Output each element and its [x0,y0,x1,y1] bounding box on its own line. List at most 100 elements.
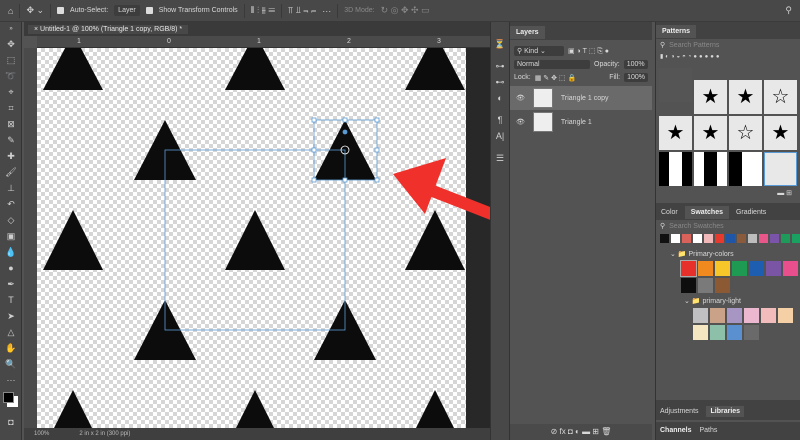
tab-paths[interactable]: Paths [699,427,717,434]
healing-tool[interactable]: ✚ [0,148,22,164]
color-swatches[interactable] [0,388,21,414]
pen-tool[interactable]: ✒ [0,276,22,292]
swatch[interactable] [744,325,759,340]
zoom-tool[interactable]: 🔍 [0,356,22,372]
adjustments-icon[interactable]: ☰ [491,150,509,166]
dodge-tool[interactable]: ● [0,260,22,276]
swatch[interactable] [792,234,800,243]
tab-swatches[interactable]: Swatches [684,206,729,219]
swatch[interactable] [748,234,757,243]
pattern-swatch[interactable]: ☆ [729,116,762,150]
opacity-input[interactable]: 100% [623,60,648,69]
pattern-swatch[interactable]: ★ [764,116,797,150]
swatch[interactable] [744,308,759,323]
pattern-swatch[interactable]: ★ [729,80,762,114]
swatch[interactable] [671,234,680,243]
swatch[interactable] [715,278,730,293]
tab-color[interactable]: Color [656,206,683,219]
fill-input[interactable]: 100% [624,73,648,82]
pattern-actions[interactable]: ▬ ⊞ [656,189,800,201]
swatch[interactable] [759,234,768,243]
swatch[interactable] [698,278,713,293]
eye-icon[interactable]: 👁 [516,118,525,126]
lock-icons[interactable]: ▦ ✎ ✥ ⬚ 🔒 [535,74,576,82]
type-tool[interactable]: T [0,292,22,308]
auto-select-checkbox[interactable] [57,7,65,14]
document-tab[interactable]: × Untitled-1 @ 100% (Triangle 1 copy, RG… [28,25,189,34]
history-brush-tool[interactable]: ↶ [0,196,22,212]
more-icon[interactable]: ··· [322,6,331,16]
move-tool[interactable]: ✥ [0,36,22,52]
swatch[interactable] [727,325,742,340]
layer-row[interactable]: 👁 Triangle 1 [510,110,652,134]
swatch[interactable] [715,261,730,276]
layer-actions[interactable]: ⊘ fx ◘ ◐ ▬ ⊞ 🗑 [510,424,652,440]
pattern-swatch[interactable] [659,68,692,102]
swatch[interactable] [781,234,790,243]
stamp-tool[interactable]: ⊥ [0,180,22,196]
filter-icons[interactable]: ▣ ◑ T ⬚ ⎘ ● [568,47,609,56]
layer-row[interactable]: 👁 Triangle 1 copy [510,86,652,110]
show-transform-checkbox[interactable] [145,7,153,14]
auto-select-dropdown[interactable]: Layer [114,5,140,16]
filter-kind-dropdown[interactable]: ⚲ Kind ⌄ [514,46,564,56]
select-tool[interactable]: ⌖ [0,84,22,100]
swatch[interactable] [680,260,697,277]
brush-settings-icon[interactable]: ⊶ [491,58,509,74]
swatch[interactable] [681,278,696,293]
lasso-tool[interactable]: ➰ [0,68,22,84]
home-icon[interactable]: ⌂ [8,6,13,16]
search-icon[interactable]: ⚲ [785,5,792,16]
brush-tool[interactable]: 🖌 [0,164,22,180]
swatch[interactable] [732,261,747,276]
swatch[interactable] [682,234,691,243]
align-icons[interactable]: ⫴ ⫶ ⫵ ☰ [251,5,275,16]
blur-tool[interactable]: 💧 [0,244,22,260]
more-tools[interactable]: ··· [0,372,22,388]
zoom-level[interactable]: 100% [34,431,49,437]
character-icon[interactable]: A| [491,128,509,144]
swatch[interactable] [749,261,764,276]
pattern-swatch[interactable] [764,152,797,186]
tab-channels[interactable]: Channels [660,427,692,434]
swatch[interactable] [727,308,742,323]
tab-gradients[interactable]: Gradients [731,206,771,219]
move-tool-icon[interactable]: ✥ ⌄ [26,5,44,16]
swatch[interactable] [704,234,713,243]
swatch[interactable] [778,308,793,323]
marquee-tool[interactable]: ⬚ [0,52,22,68]
collapse-icon[interactable]: » [0,22,22,36]
tab-adjustments[interactable]: Adjustments [660,408,699,415]
swatch[interactable] [766,261,781,276]
hand-tool[interactable]: ✋ [0,340,22,356]
path-select-tool[interactable]: ➤ [0,308,22,324]
quick-mask-icon[interactable]: ◘ [0,414,22,430]
gradient-tool[interactable]: ▣ [0,228,22,244]
pattern-swatch[interactable] [659,152,692,186]
swatch[interactable] [783,261,798,276]
swatch[interactable] [737,234,746,243]
tab-libraries[interactable]: Libraries [706,406,745,417]
eye-icon[interactable]: 👁 [516,94,525,102]
blend-mode-dropdown[interactable]: Normal [514,60,590,69]
swatch-group[interactable]: ⌄ 📁 Primary-colors [656,246,800,258]
pattern-swatch[interactable]: ☆ [764,80,797,114]
canvas-workspace[interactable] [37,48,490,428]
frame-tool[interactable]: ⊠ [0,116,22,132]
distribute-icons[interactable]: ⫪ ⫫ ⫬ ⫭ [288,5,316,16]
swatch[interactable] [693,308,708,323]
search-swatches-input[interactable]: Search Swatches [669,223,723,230]
tab-patterns[interactable]: Patterns [656,25,697,38]
document-size[interactable]: 2 in x 2 in (300 ppi) [79,431,130,437]
pattern-swatch[interactable]: ★ [659,116,692,150]
shape-tool[interactable]: △ [0,324,22,340]
pattern-presets-row[interactable]: ▮◐◑◒◓◔●●●●● [660,53,796,63]
swatch[interactable] [715,234,724,243]
eraser-tool[interactable]: ◇ [0,212,22,228]
eyedropper-tool[interactable]: ✎ [0,132,22,148]
properties-icon[interactable]: ◐ [491,90,509,106]
swatch[interactable] [698,261,713,276]
3d-tools-icons[interactable]: ↻ ◎ ✥ ✣ ▭ [381,5,430,16]
pattern-swatch[interactable] [694,152,727,186]
tab-layers[interactable]: Layers [510,26,545,39]
